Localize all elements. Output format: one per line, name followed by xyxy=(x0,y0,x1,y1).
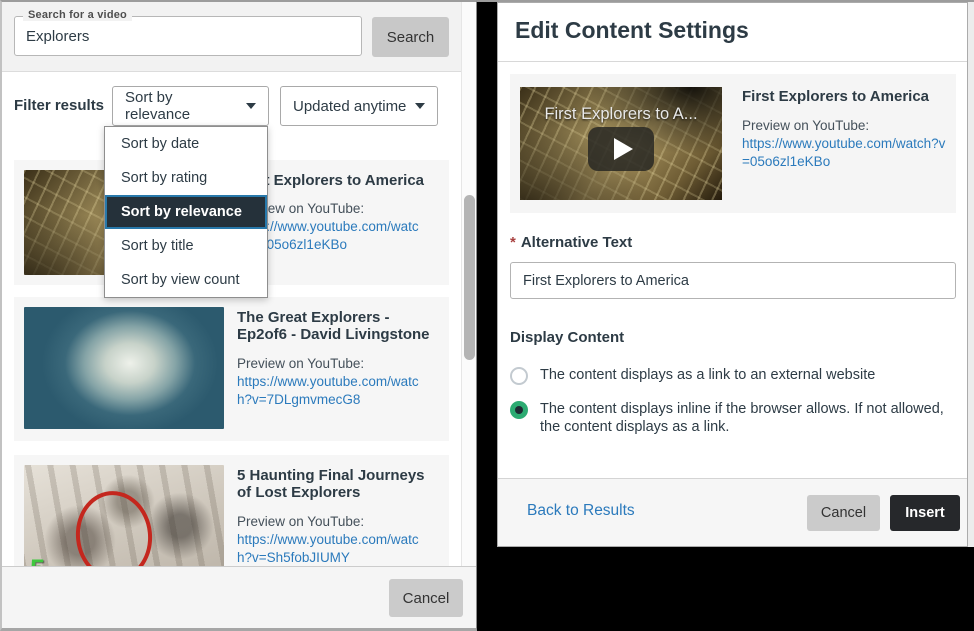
radio-option-label: The content displays inline if the brows… xyxy=(540,400,948,436)
youtube-link[interactable]: https://www.youtube.com/watc xyxy=(237,373,439,391)
video-search-field[interactable]: Search for a video xyxy=(14,16,362,56)
radio-selected-icon[interactable] xyxy=(510,401,528,419)
alternative-text-input[interactable] xyxy=(510,262,956,299)
preview-label: Preview on YouTube: xyxy=(742,117,945,135)
scrollbar-thumb[interactable] xyxy=(464,195,475,360)
sort-menu-item-relevance[interactable]: Sort by relevance xyxy=(105,195,267,229)
youtube-link[interactable]: =05o6zl1eKBo xyxy=(742,153,945,171)
search-input[interactable] xyxy=(15,17,361,55)
edit-content-settings-dialog: Edit Content Settings First Explorers to… xyxy=(497,2,968,547)
background-edge-strip xyxy=(968,2,974,547)
video-preview-thumbnail: First Explorers to A... xyxy=(520,87,722,200)
cancel-button[interactable]: Cancel xyxy=(389,579,463,617)
youtube-link[interactable]: h?v=7DLgmvmecG8 xyxy=(237,391,439,409)
video-thumbnail[interactable] xyxy=(24,307,224,429)
sort-select-value: Sort by relevance xyxy=(125,89,238,123)
dialog-title: Edit Content Settings xyxy=(515,17,749,44)
play-button[interactable] xyxy=(588,127,654,171)
display-inline-option[interactable]: The content displays inline if the brows… xyxy=(510,400,948,436)
selected-video-preview: First Explorers to A... First Explorers … xyxy=(510,74,956,213)
preview-label: Preview on YouTube: xyxy=(237,513,439,531)
sort-menu-item-rating[interactable]: Sort by rating xyxy=(105,161,267,195)
sort-select[interactable]: Sort by relevance xyxy=(112,86,269,126)
back-to-results-link[interactable]: Back to Results xyxy=(527,502,635,520)
search-button[interactable]: Search xyxy=(372,17,449,57)
sort-menu-item-date[interactable]: Sort by date xyxy=(105,127,267,161)
video-result-row[interactable]: The Great Explorers - Ep2of6 - David Liv… xyxy=(14,297,449,441)
display-as-link-option[interactable]: The content displays as a link to an ext… xyxy=(510,366,875,385)
preview-label: Preview on YouTube: xyxy=(237,355,439,373)
scrollbar-track[interactable] xyxy=(461,2,476,566)
radio-option-label: The content displays as a link to an ext… xyxy=(540,366,875,385)
search-panel-footer: Cancel xyxy=(2,566,476,628)
video-search-panel: Search for a video Search Filter results… xyxy=(0,0,477,631)
dialog-header: Edit Content Settings xyxy=(498,3,967,62)
search-section: Search for a video Search xyxy=(2,2,476,72)
sort-menu-item-view-count[interactable]: Sort by view count xyxy=(105,263,267,297)
updated-select-value: Updated anytime xyxy=(293,98,406,115)
youtube-link[interactable]: https://www.youtube.com/watc xyxy=(237,531,439,549)
youtube-link[interactable]: h?v=Sh5fobJIUMY xyxy=(237,549,439,567)
required-asterisk: * xyxy=(510,234,516,251)
insert-button[interactable]: Insert xyxy=(890,495,960,531)
cancel-button[interactable]: Cancel xyxy=(807,495,880,531)
sort-menu: Sort by date Sort by rating Sort by rele… xyxy=(104,126,268,298)
video-title: 5 Haunting Final Journeys of Lost Explor… xyxy=(237,467,439,502)
radio-unselected-icon[interactable] xyxy=(510,367,528,385)
caret-down-icon xyxy=(246,103,256,109)
selected-video-title: First Explorers to America xyxy=(742,88,945,105)
display-content-label: Display Content xyxy=(510,329,624,346)
youtube-link[interactable]: https://www.youtube.com/watch?v xyxy=(742,135,945,153)
filter-results-label: Filter results xyxy=(14,97,104,114)
dialog-footer: Back to Results Cancel Insert xyxy=(498,478,967,546)
thumbnail-overlay-title: First Explorers to A... xyxy=(520,105,722,124)
caret-down-icon xyxy=(415,103,425,109)
alternative-text-label: *Alternative Text xyxy=(510,234,632,251)
search-field-label: Search for a video xyxy=(23,9,132,21)
sort-menu-item-title[interactable]: Sort by title xyxy=(105,229,267,263)
updated-select[interactable]: Updated anytime xyxy=(280,86,438,126)
video-title: The Great Explorers - Ep2of6 - David Liv… xyxy=(237,309,439,344)
play-icon xyxy=(614,138,633,160)
